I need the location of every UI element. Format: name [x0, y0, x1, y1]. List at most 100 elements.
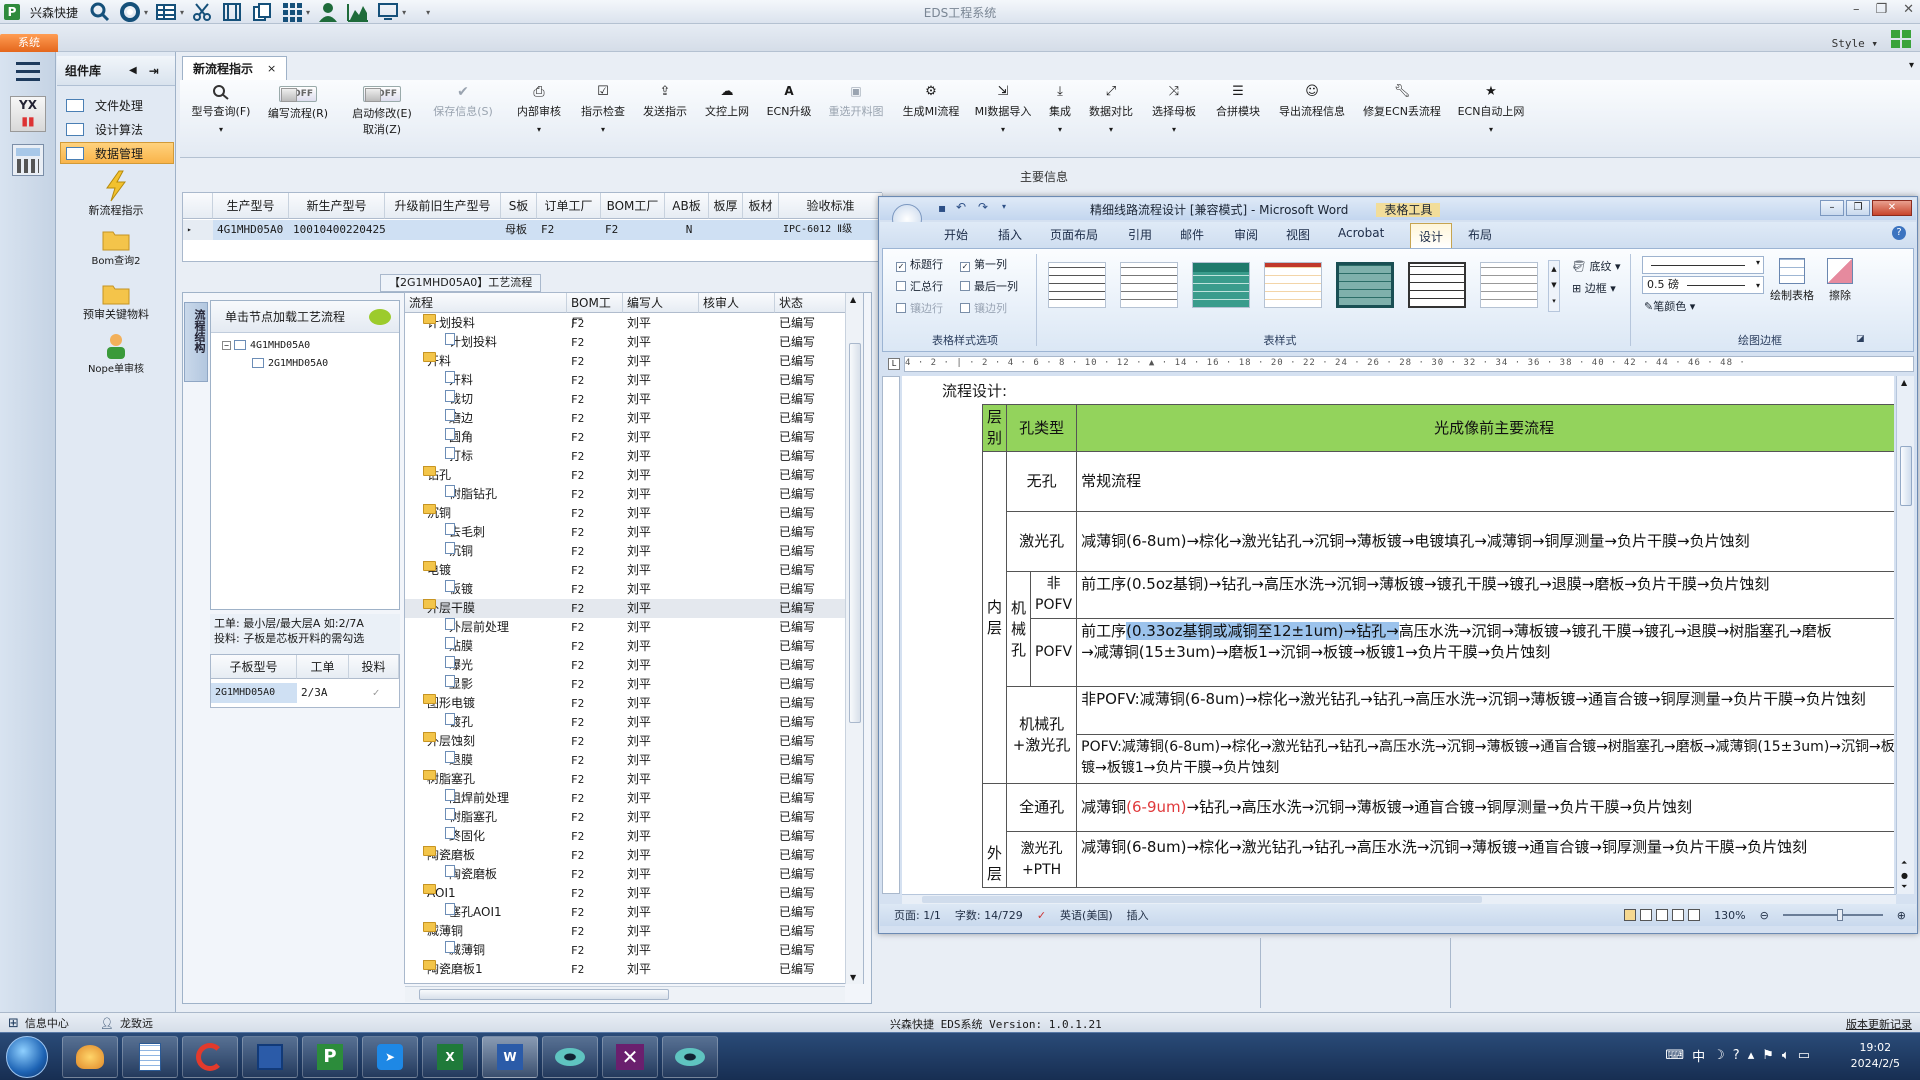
table-cell[interactable]: 刘平 — [627, 352, 651, 371]
customize-qat-icon[interactable]: ▾ — [1002, 202, 1006, 211]
column-header[interactable]: 板厚 — [709, 193, 743, 219]
table-cell[interactable]: F2 — [571, 428, 584, 447]
table-cell[interactable]: 已编写 — [779, 314, 815, 333]
table-cell[interactable]: 刘平 — [627, 884, 651, 903]
table-cell[interactable]: 非POFV:减薄铜(6-8um)→棕化→激光钻孔→钻孔→高压水洗→沉铜→薄板镀→… — [1076, 686, 1894, 784]
table-cell[interactable]: 已编写 — [779, 846, 815, 865]
process-name-cell[interactable]: 沉铜 — [445, 542, 473, 561]
tab-insert[interactable]: 插入 — [998, 226, 1022, 243]
process-name-cell[interactable]: 计划投料 — [445, 333, 497, 352]
document-scrollbar[interactable]: ▲ ⏶ ● ⏷ — [1896, 376, 1914, 894]
table-cell[interactable]: F2 — [571, 865, 584, 884]
table-cell[interactable]: 刘平 — [627, 542, 651, 561]
pin-icon[interactable]: ⇥ — [149, 64, 159, 78]
table-row[interactable]: 贴膜 F2 刘平 已编写 — [405, 637, 845, 656]
help-icon[interactable]: ? — [1892, 226, 1906, 240]
export-process-button[interactable]: ☺ 导出流程信息 — [1272, 82, 1352, 154]
table-header-cell[interactable]: 光成像前主要流程 — [1076, 404, 1894, 452]
table-cell[interactable]: 刘平 — [627, 675, 651, 694]
document-hscrollbar[interactable] — [902, 894, 1896, 904]
table-row[interactable]: −计划投料 F2 刘平 已编写 — [405, 314, 845, 333]
table-cell[interactable]: 刘平 — [627, 580, 651, 599]
minimize-icon[interactable]: – — [1820, 200, 1844, 216]
table-cell[interactable]: F2 — [571, 941, 584, 960]
table-cell[interactable]: F2 — [571, 808, 584, 827]
process-name-cell[interactable]: 减薄铜 — [445, 941, 485, 960]
table-cell[interactable]: 刘平 — [627, 694, 651, 713]
table-row[interactable]: 终固化 F2 刘平 已编写 — [405, 827, 845, 846]
column-header[interactable]: 状态 — [775, 293, 847, 313]
table-cell[interactable]: 已编写 — [779, 922, 815, 941]
table-cell[interactable]: 激光孔+PTH — [1006, 831, 1078, 888]
table-cell[interactable] — [385, 220, 501, 240]
eraser-button[interactable]: 擦除 — [1822, 258, 1858, 303]
process-name-cell[interactable]: 打标 — [445, 447, 473, 466]
table-cell[interactable]: F2 — [571, 751, 584, 770]
doc-control-online-button[interactable]: ☁ 文控上网 — [696, 82, 758, 154]
total-row-checkbox[interactable]: 汇总行 — [896, 278, 943, 294]
save-info-button[interactable]: ✔ 保存信息(S) — [430, 82, 496, 154]
table-row[interactable]: 曝光 F2 刘平 已编写 — [405, 656, 845, 675]
process-name-cell[interactable]: 裁切 — [445, 390, 473, 409]
page-count[interactable]: 页面: 1/1 — [894, 907, 941, 923]
table-cell[interactable] — [709, 220, 743, 240]
save-icon[interactable]: ▪ — [938, 201, 946, 215]
start-modify-toggle[interactable]: OFF 启动修改(E) 取消(Z) — [344, 82, 420, 154]
table-row[interactable]: 镀孔 F2 刘平 已编写 — [405, 713, 845, 732]
table-cell[interactable]: 刘平 — [627, 333, 651, 352]
integrate-button[interactable]: ⤓ 集成 ▾ — [1040, 82, 1080, 154]
select-browse-object-icon[interactable]: ● — [1901, 871, 1908, 880]
table-row[interactable]: −树脂塞孔 F2 刘平 已编写 — [405, 770, 845, 789]
select-motherboard-button[interactable]: ⤨ 选择母板 ▾ — [1144, 82, 1204, 154]
process-name-cell[interactable]: 陶瓷磨板 — [445, 865, 497, 884]
next-page-icon[interactable]: ⏷ — [1901, 882, 1907, 892]
column-header[interactable]: 工单 — [297, 655, 349, 679]
ecn-upgrade-button[interactable]: A ECN升级 — [758, 82, 820, 154]
tool-nope-review[interactable]: Nope单审核 — [66, 332, 166, 375]
redo-icon[interactable]: ↷ — [978, 200, 988, 214]
process-grid-hscrollbar[interactable] — [405, 986, 845, 1002]
table-cell[interactable]: 刘平 — [627, 523, 651, 542]
chat-bubble-icon[interactable] — [369, 309, 391, 325]
table-cell[interactable]: 刘平 — [627, 409, 651, 428]
system-menu-tab[interactable]: 系统 — [0, 34, 58, 52]
table-row[interactable]: 阻焊前处理 F2 刘平 已编写 — [405, 789, 845, 808]
table-cell[interactable]: 已编写 — [779, 960, 815, 979]
taskbar-app-notepad[interactable] — [122, 1036, 178, 1078]
info-center-button[interactable]: ⊞ 信息中心 — [8, 1015, 69, 1031]
shading-button[interactable]: 🪣︎ 底纹 ▾ — [1572, 258, 1621, 274]
table-cell[interactable]: 已编写 — [779, 504, 815, 523]
table-style-swatch[interactable] — [1336, 262, 1394, 308]
reselect-cutting-button[interactable]: ▣ 重选开料图 — [820, 82, 892, 154]
taskbar-app-word[interactable]: W — [482, 1036, 538, 1078]
table-cell[interactable]: 已编写 — [779, 789, 815, 808]
taskbar-app-save[interactable] — [242, 1036, 298, 1078]
data-compare-button[interactable]: ⤢ 数据对比 ▾ — [1082, 82, 1140, 154]
header-row-checkbox[interactable]: ✓ 标题行 — [896, 256, 943, 272]
table-cell[interactable]: 刘平 — [627, 656, 651, 675]
table-cell[interactable]: 已编写 — [779, 599, 815, 618]
table-cell[interactable]: F2 — [571, 732, 584, 751]
table-cell[interactable]: F2 — [571, 314, 584, 333]
table-cell[interactable]: 2/3A — [297, 683, 349, 703]
table-cell[interactable]: 刘平 — [627, 637, 651, 656]
internal-review-button[interactable]: ⎙ 内部审核 ▾ — [508, 82, 570, 154]
process-name-cell[interactable]: −外层蚀刻 — [423, 732, 475, 751]
process-name-cell[interactable]: −开料 — [423, 352, 451, 371]
table-cell[interactable]: 机械孔 — [1006, 571, 1032, 687]
table-cell[interactable] — [743, 220, 779, 240]
scroll-down-icon[interactable]: ▼ — [850, 973, 856, 982]
column-header[interactable]: 投料 — [349, 655, 399, 679]
table-cell[interactable]: F2 — [571, 447, 584, 466]
process-name-cell[interactable]: −树脂塞孔 — [423, 770, 475, 789]
table-cell[interactable]: 刘平 — [627, 789, 651, 808]
table-cell[interactable]: 激光孔 — [1006, 511, 1078, 572]
scrollbar-thumb[interactable] — [849, 343, 861, 723]
taskbar-app-eye[interactable] — [542, 1036, 598, 1078]
column-header[interactable]: 子板型号 — [211, 655, 297, 679]
zoom-slider[interactable] — [1782, 909, 1883, 921]
table-style-swatch[interactable] — [1480, 262, 1538, 308]
column-header[interactable]: 流程 — [405, 293, 567, 313]
table-cell[interactable]: 刘平 — [627, 903, 651, 922]
language-status[interactable]: 英语(美国) — [1060, 907, 1113, 923]
